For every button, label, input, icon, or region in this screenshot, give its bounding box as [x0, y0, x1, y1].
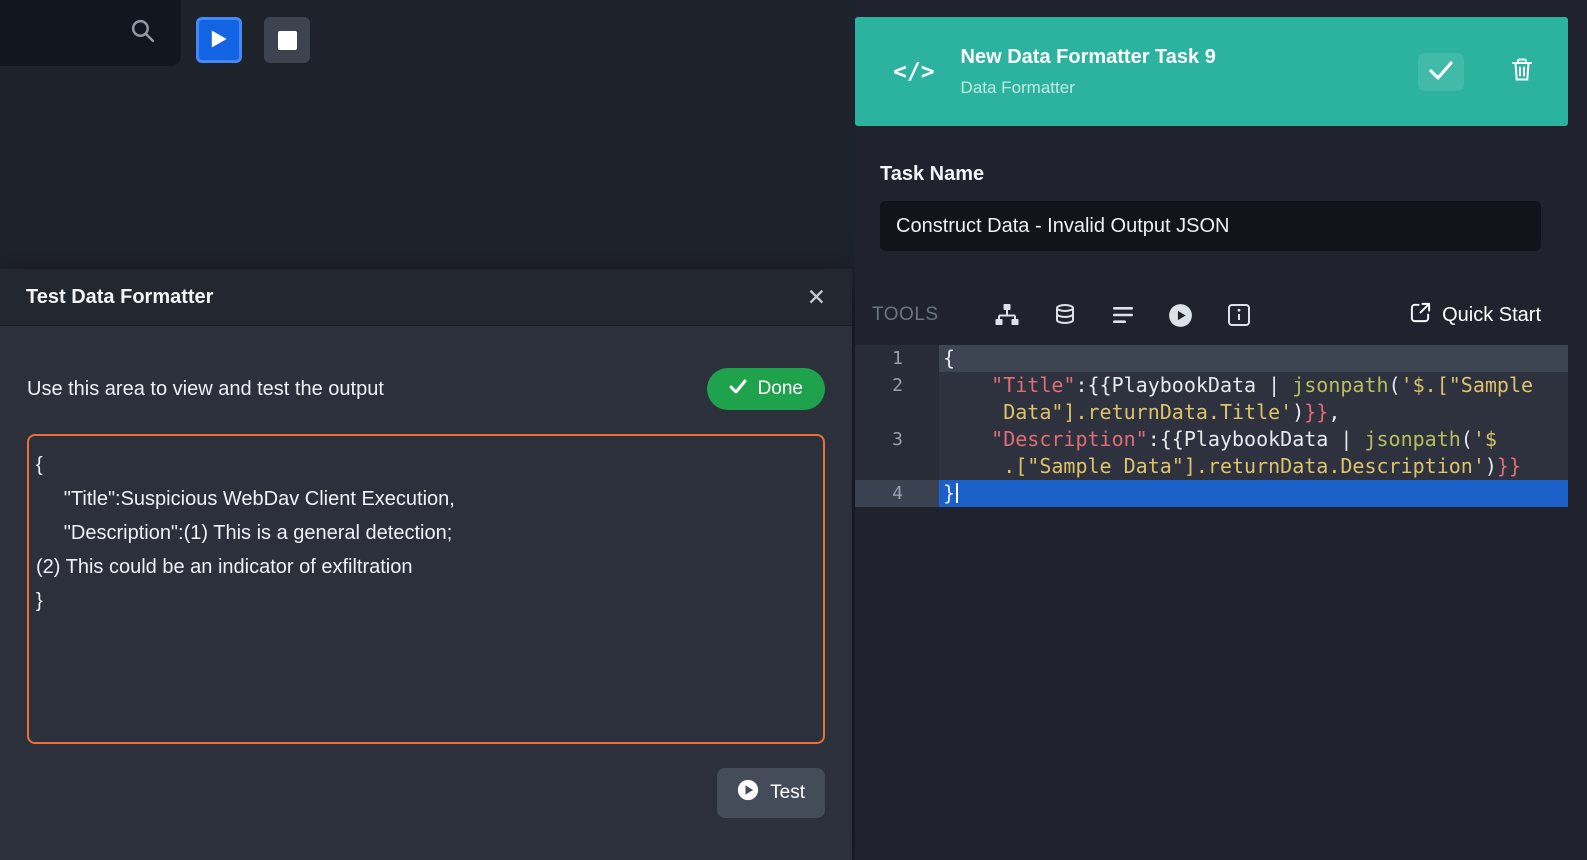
- task-header-titles: New Data Formatter Task 9 Data Formatter: [961, 46, 1418, 98]
- hierarchy-icon[interactable]: [987, 295, 1027, 335]
- tools-label: TOOLS: [872, 304, 939, 326]
- run-playbook-button[interactable]: [196, 17, 242, 63]
- line-number: [855, 453, 939, 480]
- code-editor[interactable]: 1{2 "Title":{{PlaybookData | jsonpath('$…: [855, 345, 1568, 507]
- canvas-toolbar: [0, 0, 181, 66]
- code-line[interactable]: .["Sample Data"].returnData.Description'…: [939, 453, 1568, 480]
- editor-row[interactable]: Data"].returnData.Title')}},: [855, 399, 1568, 426]
- code-line[interactable]: {: [939, 345, 1568, 372]
- test-panel-body: Use this area to view and test the outpu…: [0, 326, 852, 744]
- test-panel-title: Test Data Formatter: [26, 286, 213, 309]
- line-number: 4: [855, 480, 939, 507]
- task-header: </> New Data Formatter Task 9 Data Forma…: [855, 17, 1568, 126]
- test-output-area[interactable]: { "Title":Suspicious WebDav Client Execu…: [27, 434, 825, 744]
- tool-icons: [987, 295, 1259, 335]
- editor-row[interactable]: 4}: [855, 480, 1568, 507]
- code-line[interactable]: Data"].returnData.Title')}},: [939, 399, 1568, 426]
- lines-icon[interactable]: [1103, 295, 1143, 335]
- code-line[interactable]: }: [939, 480, 1568, 507]
- task-detail-panel: </> New Data Formatter Task 9 Data Forma…: [855, 0, 1587, 860]
- trash-icon: [1511, 58, 1533, 85]
- quick-start-button[interactable]: Quick Start: [1409, 301, 1541, 330]
- close-icon[interactable]: ✕: [807, 286, 826, 309]
- external-link-icon: [1409, 301, 1432, 330]
- editor-row[interactable]: 1{: [855, 345, 1568, 372]
- database-icon[interactable]: [1045, 295, 1085, 335]
- done-button[interactable]: Done: [707, 368, 825, 410]
- check-icon: [729, 378, 747, 400]
- tools-toolbar: TOOLS: [855, 288, 1568, 342]
- editor-row[interactable]: .["Sample Data"].returnData.Description'…: [855, 453, 1568, 480]
- play-icon: [210, 29, 228, 52]
- check-icon: [1428, 59, 1454, 84]
- test-panel-instruction: Use this area to view and test the outpu…: [27, 378, 384, 401]
- app-screen: Test Data Formatter ✕ Use this area to v…: [0, 0, 1587, 860]
- play-circle-icon: [737, 779, 759, 807]
- line-number: [855, 399, 939, 426]
- line-number: 3: [855, 426, 939, 453]
- test-data-formatter-panel: Test Data Formatter ✕ Use this area to v…: [0, 269, 852, 860]
- search-icon[interactable]: [129, 17, 156, 49]
- test-panel-header: Test Data Formatter ✕: [0, 269, 852, 326]
- code-line[interactable]: "Title":{{PlaybookData | jsonpath('$.["S…: [939, 372, 1568, 399]
- quick-start-label: Quick Start: [1442, 304, 1541, 327]
- text-cursor: [956, 483, 958, 503]
- task-name-label: Task Name: [880, 163, 984, 186]
- info-icon[interactable]: [1219, 295, 1259, 335]
- play-circle-icon[interactable]: [1161, 295, 1201, 335]
- delete-task-button[interactable]: [1504, 54, 1540, 90]
- code-line[interactable]: "Description":{{PlaybookData | jsonpath(…: [939, 426, 1568, 453]
- code-icon: </>: [893, 59, 935, 85]
- test-button-label: Test: [770, 782, 805, 804]
- line-number: 2: [855, 372, 939, 399]
- editor-row[interactable]: 2 "Title":{{PlaybookData | jsonpath('$.[…: [855, 372, 1568, 399]
- task-subtitle: Data Formatter: [961, 78, 1418, 98]
- stop-icon: [278, 31, 297, 50]
- task-name-input[interactable]: [880, 201, 1541, 251]
- line-number: 1: [855, 345, 939, 372]
- done-button-label: Done: [758, 378, 803, 400]
- confirm-task-button[interactable]: [1418, 53, 1464, 91]
- test-button[interactable]: Test: [717, 768, 825, 818]
- editor-row[interactable]: 3 "Description":{{PlaybookData | jsonpat…: [855, 426, 1568, 453]
- stop-playbook-button[interactable]: [264, 17, 310, 63]
- task-title: New Data Formatter Task 9: [961, 46, 1418, 69]
